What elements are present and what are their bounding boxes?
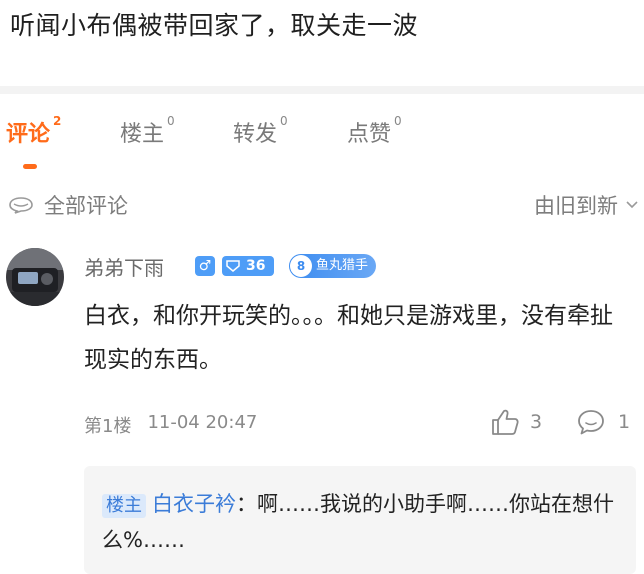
floor-number: 第1楼 — [84, 416, 132, 437]
reply-author[interactable]: 白衣子衿 — [152, 492, 236, 516]
tab-reposts-count: 0 — [280, 114, 288, 128]
tab-reposts[interactable]: 转发0 — [233, 114, 288, 148]
reply-count: 1 — [618, 411, 631, 433]
active-tab-indicator — [23, 164, 37, 169]
sort-order-button[interactable]: 由旧到新 — [534, 190, 638, 220]
tab-comments-count: 2 — [53, 114, 62, 128]
op-tag-badge: 楼主 — [102, 494, 146, 518]
all-comments-label: 全部评论 — [8, 190, 128, 220]
reply-button[interactable]: 1 — [576, 408, 630, 436]
sort-order-label: 由旧到新 — [534, 194, 618, 218]
tab-likes[interactable]: 点赞0 — [347, 114, 402, 148]
chat-bubble-icon — [9, 197, 33, 214]
tab-comments[interactable]: 评论2 — [6, 114, 62, 148]
comment-meta: 第1楼 11-04 20:47 — [84, 412, 257, 438]
tab-comments-label: 评论 — [6, 122, 51, 147]
post-title: 听闻小布偶被带回家了，取关走一波 — [10, 11, 419, 40]
tab-op[interactable]: 楼主0 — [120, 114, 175, 148]
level-shield-icon — [226, 260, 240, 272]
comment-tabs: 评论2 楼主0 转发0 点赞0 — [0, 112, 644, 172]
tab-reposts-label: 转发 — [233, 122, 278, 147]
comment-bubble-icon — [578, 410, 604, 435]
fan-badge[interactable]: 8 鱼丸猎手 — [289, 254, 377, 278]
all-comments-text: 全部评论 — [44, 194, 128, 218]
reply-preview[interactable]: 楼主 白衣子衿：啊……我说的小助手啊……你站在想什么%…… — [84, 466, 636, 574]
avatar[interactable] — [6, 248, 64, 306]
like-count: 3 — [530, 411, 543, 433]
comment-username[interactable]: 弟弟下雨 — [84, 252, 164, 281]
user-level-value: 36 — [246, 258, 266, 274]
chevron-down-icon — [626, 201, 638, 209]
fan-level-value: 8 — [290, 255, 312, 277]
avatar-image — [6, 248, 64, 306]
tab-likes-count: 0 — [394, 114, 402, 128]
tab-likes-label: 点赞 — [347, 122, 392, 147]
gender-badge: ♂ — [195, 256, 215, 276]
user-level-badge: 36 — [222, 256, 274, 276]
tab-op-label: 楼主 — [120, 122, 165, 147]
section-divider — [0, 86, 644, 94]
comment-filter-row: 全部评论 由旧到新 — [0, 188, 644, 224]
comment-time: 11-04 20:47 — [147, 412, 258, 433]
reply-colon: ： — [236, 492, 257, 516]
thumbs-up-icon — [492, 409, 519, 435]
fan-badge-name: 鱼丸猎手 — [316, 258, 369, 273]
comment-text: 白衣，和你开玩笑的。。。和她只是游戏里，没有牵扯现实的东西。 — [84, 303, 613, 373]
tab-op-count: 0 — [167, 114, 175, 128]
like-button[interactable]: 3 — [490, 408, 542, 436]
